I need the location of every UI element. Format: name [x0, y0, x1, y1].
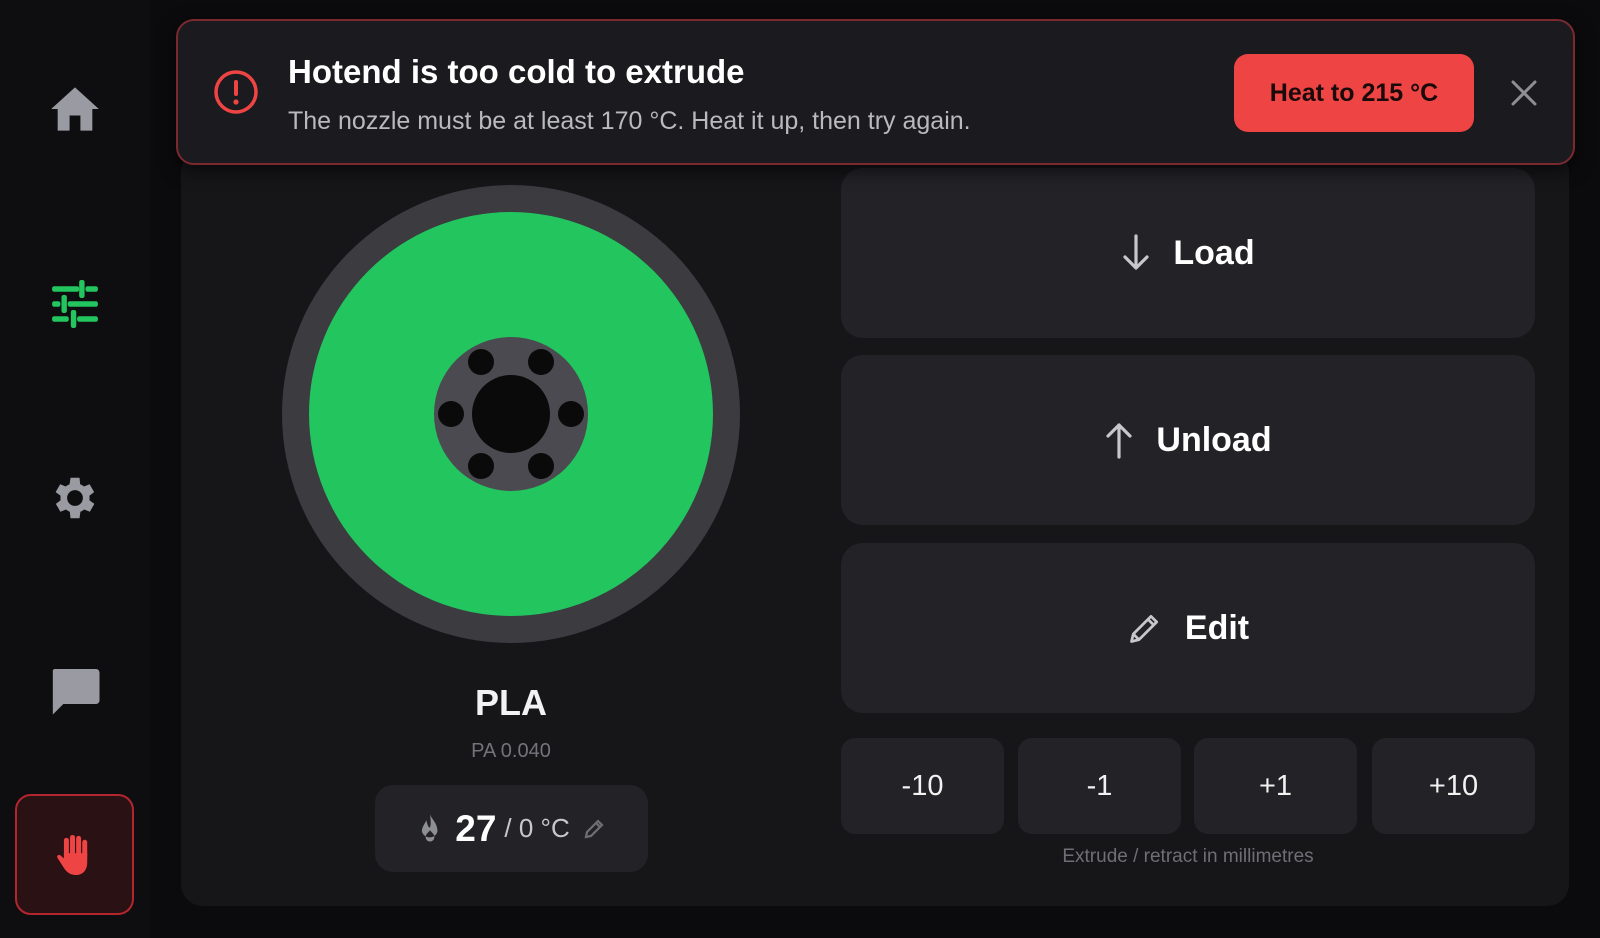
extrude-step-minus-1-button[interactable]: -1 — [1018, 738, 1181, 834]
spool-graphic — [282, 185, 740, 643]
flame-icon — [422, 813, 438, 841]
sidebar-item-settings[interactable] — [15, 438, 134, 557]
sidebar — [0, 0, 150, 938]
filament-spool — [282, 185, 740, 643]
extrude-step-plus-10-button[interactable]: +10 — [1372, 738, 1535, 834]
spool-hole — [468, 349, 494, 375]
hand-stop-icon — [56, 834, 87, 875]
sidebar-item-emergency-stop[interactable] — [15, 794, 134, 915]
material-name: PLA — [475, 682, 547, 723]
spool-center-hole — [472, 375, 550, 453]
sidebar-item-home[interactable] — [15, 49, 134, 168]
alert-title: Hotend is too cold to extrude — [288, 53, 745, 90]
filament-screen: PLA PA 0.040 27 / 0 °C Load Unload Edit … — [0, 0, 1600, 938]
spool-hole — [468, 453, 494, 479]
home-icon — [50, 86, 99, 131]
spool-hole — [528, 453, 554, 479]
sliders-icon — [51, 279, 98, 328]
alert-message: The nozzle must be at least 170 °C. Heat… — [288, 107, 971, 135]
hotend-target-temp: / 0 °C — [504, 813, 570, 843]
load-button-label: Load — [1173, 233, 1255, 272]
hotend-current-temp: 27 — [455, 807, 497, 849]
heat-nozzle-button[interactable]: Heat to 215 °C — [1234, 54, 1474, 132]
spool-hole — [528, 349, 554, 375]
extrude-step-minus-10-button[interactable]: -10 — [841, 738, 1004, 834]
sidebar-item-messages[interactable] — [15, 630, 134, 749]
pencil-icon — [1130, 614, 1158, 643]
extrude-step-plus-1-button[interactable]: +1 — [1194, 738, 1357, 834]
extrude-step-caption: Extrude / retract in millimetres — [1062, 846, 1314, 867]
gear-icon — [55, 477, 94, 518]
spool-hole — [558, 401, 584, 427]
pencil-icon — [584, 818, 604, 838]
spool-hole — [438, 401, 464, 427]
unload-button-label: Unload — [1156, 420, 1272, 459]
cold-extrude-alert: Hotend is too cold to extrude The nozzle… — [176, 19, 1575, 165]
pressure-advance-value: PA 0.040 — [471, 740, 551, 762]
edit-button[interactable]: Edit — [841, 543, 1535, 713]
close-icon[interactable] — [1504, 73, 1544, 113]
arrow-up-icon — [1106, 423, 1132, 459]
alert-circle-icon — [214, 70, 258, 114]
unload-button[interactable]: Unload — [841, 355, 1535, 525]
chat-icon — [52, 668, 99, 714]
load-button[interactable]: Load — [841, 168, 1535, 338]
sidebar-item-tune[interactable] — [15, 244, 134, 363]
edit-button-label: Edit — [1184, 608, 1250, 647]
hotend-temperature-button[interactable]: 27 / 0 °C — [375, 785, 648, 872]
arrow-down-icon — [1123, 234, 1149, 270]
